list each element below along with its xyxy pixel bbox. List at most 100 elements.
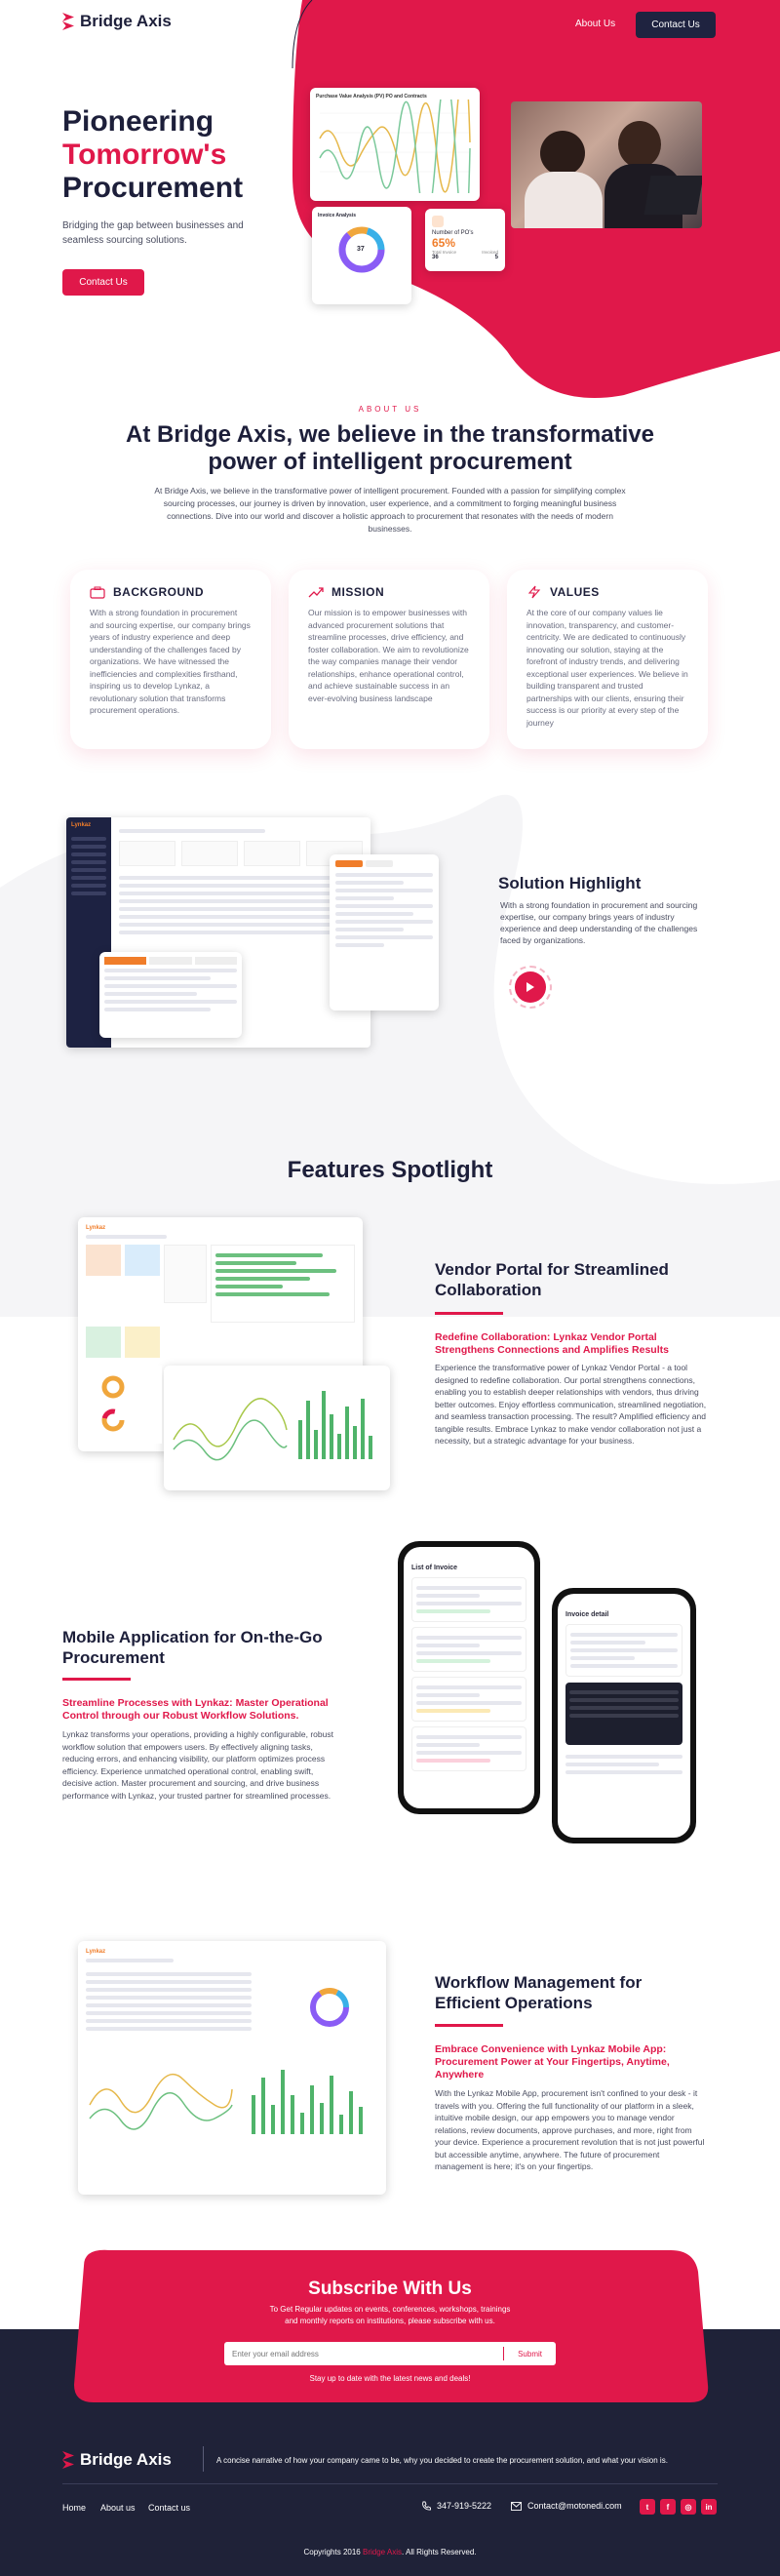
po-icon	[432, 216, 444, 227]
facebook-icon[interactable]: f	[660, 2499, 676, 2515]
briefcase-icon	[90, 586, 105, 599]
value-card-text: At the core of our company values lie in…	[526, 608, 688, 728]
value-card-text: With a strong foundation in procurement …	[90, 608, 251, 715]
trend-up-icon	[308, 586, 324, 597]
value-card-text: Our mission is to empower businesses wit…	[308, 608, 469, 703]
phone1-title: List of Invoice	[411, 1565, 458, 1571]
footer-link-contact[interactable]: Contact us	[148, 2503, 190, 2513]
hero-title: Pioneering Tomorrow's Procurement	[62, 105, 316, 205]
vendor-accent-bar	[435, 1312, 503, 1315]
value-card-title: VALUES	[550, 585, 600, 599]
mobile-accent-bar	[62, 1678, 131, 1681]
footer-rule	[62, 2483, 718, 2484]
footer-email-text: Contact@motonedi.com	[527, 2501, 622, 2511]
workflow-feature-text: With the Lynkaz Mobile App, procurement …	[435, 2088, 705, 2171]
play-icon	[515, 971, 546, 1003]
workflow-charts	[89, 2070, 363, 2134]
workflow-screenshot: Lynkaz	[78, 1941, 386, 2195]
header-contact-button[interactable]: Contact Us	[636, 12, 716, 38]
subscribe-form: Submit	[224, 2342, 556, 2365]
phone-invoice-detail: Invoice detail	[552, 1588, 696, 1843]
mobile-feature-title: Mobile Application for On-the-Go Procure…	[62, 1628, 323, 1667]
logo-icon	[62, 13, 74, 30]
person-1-body	[525, 172, 603, 228]
phone-invoice-list: List of Invoice	[398, 1541, 540, 1814]
value-card-title: BACKGROUND	[113, 585, 204, 599]
hero-title-line-1: Pioneering	[62, 105, 214, 138]
vendor-feature-title: Vendor Portal for Streamlined Collaborat…	[435, 1260, 669, 1299]
mobile-feature-subtitle: Streamline Processes with Lynkaz: Master…	[62, 1697, 329, 1722]
footer-phone-text: 347-919-5222	[437, 2501, 492, 2511]
po-card-n2: 5	[494, 255, 498, 260]
about-title: At Bridge Axis, we believe in the transf…	[126, 421, 654, 475]
workflow-feature-title: Workflow Management for Efficient Operat…	[435, 1973, 643, 2012]
footer-email[interactable]: Contact@motonedi.com	[511, 2501, 622, 2511]
purchase-value-card: Purchase Value Analysis (PV) PO and Cont…	[310, 63, 480, 242]
hero-contact-button[interactable]: Contact Us	[62, 269, 144, 296]
workflow-donut	[310, 1988, 350, 2027]
vendor-donuts	[88, 1366, 162, 1444]
laptop	[644, 176, 702, 215]
invoice-donut-value: 37	[357, 246, 365, 253]
hero-photo	[511, 101, 702, 228]
po-count-card: Number of PO's 65% Total Invoice Invoiced…	[425, 209, 505, 271]
purchase-value-line-chart	[319, 63, 471, 242]
po-card-value: 65%	[432, 236, 456, 250]
person-1-head	[540, 131, 585, 176]
subscribe-note: Stay up to date with the latest news and…	[309, 2374, 471, 2383]
solution-text: With a strong foundation in procurement …	[500, 900, 698, 945]
mail-icon	[511, 2501, 522, 2511]
vendor-feature-subtitle: Redefine Collaboration: Lynkaz Vendor Po…	[435, 1331, 669, 1356]
submit-button[interactable]: Submit	[504, 2350, 556, 2358]
footer-link-home[interactable]: Home	[62, 2503, 86, 2513]
social-links: t f ◎ in	[640, 2499, 717, 2515]
footer-phone[interactable]: 347-919-5222	[421, 2501, 491, 2511]
subscribe-text: To Get Regular updates on events, confer…	[269, 2305, 511, 2325]
value-card-background: BACKGROUND With a strong foundation in p…	[70, 570, 271, 749]
hero-subtitle: Bridging the gap between businesses and …	[62, 220, 244, 246]
copyright: Copyrights 2016 Bridge Axis. All Rights …	[0, 2548, 780, 2556]
email-input[interactable]	[224, 2349, 504, 2358]
copyright-prefix: Copyrights 2016	[303, 2548, 361, 2556]
vendor-feature-text: Experience the transformative power of L…	[435, 1363, 707, 1446]
footer-brand-name: Bridge Axis	[80, 2450, 172, 2469]
hero-title-line-3: Procurement	[62, 172, 244, 204]
footer-divider	[203, 2446, 204, 2472]
person-2-head	[618, 121, 661, 168]
brand-name: Bridge Axis	[80, 12, 172, 30]
mobile-feature-text: Lynkaz transforms your operations, provi…	[62, 1729, 333, 1801]
nav-about[interactable]: About Us	[575, 19, 615, 29]
copyright-brand[interactable]: Bridge Axis	[363, 2548, 402, 2556]
about-text: At Bridge Axis, we believe in the transf…	[154, 486, 626, 534]
value-card-mission: MISSION Our mission is to empower busine…	[289, 570, 489, 749]
vendor-charts	[173, 1391, 372, 1461]
play-button[interactable]	[509, 966, 552, 1009]
vendor-charts-panel	[164, 1366, 390, 1490]
value-card-title: MISSION	[332, 585, 385, 599]
lightning-icon	[527, 585, 541, 599]
subscribe-title: Subscribe With Us	[308, 2279, 472, 2299]
footer-logo[interactable]: Bridge Axis	[62, 2450, 172, 2470]
phone-icon	[422, 2501, 431, 2511]
solution-title: Solution Highlight	[498, 874, 642, 892]
mockup-comments-panel	[99, 952, 242, 1038]
po-card-n1: 36	[432, 255, 439, 260]
footer-link-about[interactable]: About us	[100, 2503, 136, 2513]
twitter-icon[interactable]: t	[640, 2499, 655, 2515]
brand-logo[interactable]: Bridge Axis	[62, 12, 172, 31]
workflow-feature-subtitle: Embrace Convenience with Lynkaz Mobile A…	[435, 2043, 670, 2081]
linkedin-icon[interactable]: in	[701, 2499, 717, 2515]
mockup-content	[119, 825, 363, 938]
instagram-icon[interactable]: ◎	[681, 2499, 696, 2515]
copyright-suffix: . All Rights Reserved.	[402, 2548, 477, 2556]
logo-icon	[62, 2451, 74, 2469]
workflow-accent-bar	[435, 2024, 503, 2027]
footer-tagline: A concise narrative of how your company …	[216, 2456, 668, 2465]
invoice-analysis-card: Invoice Analysis 37	[312, 207, 411, 304]
value-card-values: VALUES At the core of our company values…	[507, 570, 708, 749]
about-eyebrow: ABOUT US	[358, 405, 422, 414]
phone2-title: Invoice detail	[566, 1611, 609, 1618]
mockup-dropdown-panel	[330, 854, 439, 1011]
hero-title-line-2: Tomorrow's	[62, 139, 227, 171]
features-title: Features Spotlight	[287, 1157, 493, 1183]
